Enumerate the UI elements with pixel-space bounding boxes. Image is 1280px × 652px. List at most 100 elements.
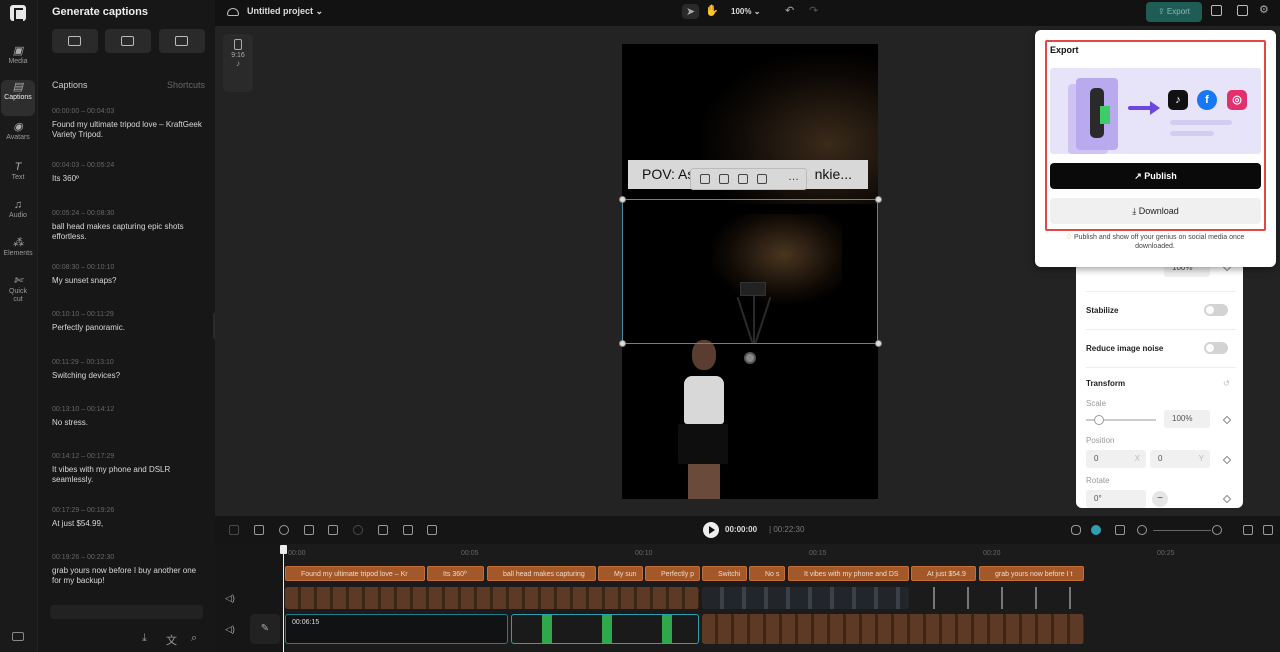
rotate-reset-button[interactable]: − [1152,491,1168,507]
scale-slider[interactable] [1086,419,1156,421]
selection-box[interactable] [622,199,878,344]
video-track-clip[interactable] [285,587,699,609]
caption-text[interactable]: At just $54.99, [52,519,202,529]
position-y-field[interactable]: 0Y [1150,450,1210,468]
video-track-clip[interactable] [911,587,1084,609]
filter-icon[interactable] [353,525,363,535]
caption-text[interactable]: Found my ultimate tripod love – KraftGee… [52,120,202,140]
stabilize-toggle[interactable] [1204,304,1228,316]
caption-item[interactable]: 00:10:10 – 00:11:29Perfectly panoramic. [52,311,202,333]
main-video-clip[interactable] [511,614,699,644]
caption-clip[interactable]: No s [749,566,785,581]
download-captions-icon[interactable]: ⤓ [142,632,147,645]
caption-text[interactable]: No stress. [52,418,202,428]
caption-clip[interactable]: grab yours now before I t [979,566,1084,581]
microphone-icon[interactable] [1071,525,1081,535]
timeline-zoom-slider[interactable] [1153,530,1211,531]
undo-icon[interactable]: ↶ [785,4,794,17]
link-icon[interactable] [1091,525,1101,535]
caption-text[interactable]: Its 360º [52,174,202,184]
video-track-clip[interactable] [702,587,909,609]
caption-item[interactable]: 00:04:03 – 00:05:24Its 360º [52,162,202,184]
zoom-dropdown[interactable]: 100% ⌄ [731,7,760,16]
caption-item[interactable]: 00:05:24 – 00:08:30ball head makes captu… [52,210,202,242]
main-video-clip[interactable] [702,614,1084,644]
select-tool-icon[interactable]: ➤ [682,4,699,19]
delete-icon[interactable] [254,525,264,535]
hand-tool-icon[interactable]: ✋ [705,4,719,17]
caption-clip[interactable]: ball head makes capturing [487,566,596,581]
reset-icon[interactable]: ↺ [1223,379,1230,388]
caption-item[interactable]: 00:08:30 – 00:10:10My sunset snaps? [52,264,202,286]
caption-item[interactable]: 00:13:10 – 00:14:12No stress. [52,406,202,428]
keyframe-icon[interactable] [1223,456,1231,464]
caption-style-button-cc[interactable] [52,29,98,53]
caption-clip[interactable]: It vibes with my phone and DS [788,566,909,581]
caption-clip[interactable]: Its 360º [427,566,484,581]
main-video-clip[interactable]: 00:06:15 [285,614,508,644]
aspect-ratio-selector[interactable]: 9:16 ♪ [223,34,253,92]
caption-text[interactable]: Perfectly panoramic. [52,323,202,333]
translate-icon[interactable]: 文 [166,632,177,648]
trim-icon[interactable] [403,525,413,535]
split-view-icon[interactable] [1115,525,1125,535]
speed-icon[interactable] [279,525,289,535]
rotate-field[interactable]: 0° [1086,490,1146,508]
split-icon[interactable] [229,525,239,535]
caption-clip[interactable]: Switchi [702,566,747,581]
playhead[interactable] [283,545,284,652]
caption-item[interactable]: 00:11:29 – 00:13:10Switching devices? [52,359,202,381]
resize-handle[interactable] [619,340,626,347]
search-replace-icon[interactable]: ⌕ [191,632,197,645]
rotate-handle-icon[interactable] [744,352,756,364]
export-button[interactable]: ⇪ Export [1146,2,1202,22]
settings-gear-icon[interactable]: ⚙ [1259,3,1269,16]
redo-icon[interactable]: ↷ [809,4,818,17]
project-menu[interactable]: Untitled project ⌄ [227,6,323,17]
caption-clip[interactable]: Found my ultimate tripod love – Kr [285,566,425,581]
caption-clip[interactable]: Perfectly p [645,566,700,581]
caption-text[interactable]: It vibes with my phone and DSLR seamless… [52,465,202,485]
zoom-out-icon[interactable] [1137,525,1147,535]
play-button[interactable] [703,522,719,538]
rail-item-audio[interactable]: ♫ Audio [0,198,36,234]
caption-item[interactable]: 00:14:12 – 00:17:29It vibes with my phon… [52,453,202,485]
caption-clip[interactable]: My sun [598,566,643,581]
fit-timeline-icon[interactable] [1243,525,1253,535]
keyframe-icon[interactable] [1223,416,1231,424]
rail-item-media[interactable]: ▣ Media [0,44,36,80]
caption-item[interactable]: 00:00:00 – 00:04:03Found my ultimate tri… [52,108,202,140]
caption-clip[interactable]: At just $54.9 [911,566,976,581]
position-x-field[interactable]: 0X [1086,450,1146,468]
more-icon[interactable]: … [788,171,799,183]
flip-icon[interactable] [328,525,338,535]
caption-text[interactable]: ball head makes capturing epic shots eff… [52,222,202,242]
scale-field[interactable]: 100% [1164,410,1210,428]
edit-track-icon[interactable]: ✎ [250,614,280,644]
comment-icon[interactable] [1263,525,1273,535]
resize-handle[interactable] [875,340,882,347]
crop-icon[interactable] [738,174,748,184]
rail-item-elements[interactable]: ⁂ Elements [0,236,36,272]
fit-icon[interactable] [719,174,729,184]
scale-slider-knob[interactable] [1094,415,1104,425]
resize-handle[interactable] [619,196,626,203]
caption-style-button-subtitle[interactable] [105,29,151,53]
caption-style-button-auto[interactable] [159,29,205,53]
keyframe-icon[interactable] [1223,495,1231,503]
publish-button[interactable]: ↗ Publish [1050,163,1261,189]
zoom-in-icon[interactable] [1212,525,1222,535]
replace-icon[interactable] [700,174,710,184]
keyboard-icon[interactable] [12,632,24,641]
caption-item[interactable]: 00:17:29 – 00:19:26At just $54.99, [52,507,202,529]
resize-handle[interactable] [875,196,882,203]
download-button[interactable]: ⤓ Download [1050,198,1261,224]
caption-text[interactable]: Switching devices? [52,371,202,381]
crop-icon[interactable] [304,525,314,535]
layers-icon[interactable] [1211,5,1222,16]
adjust-icon[interactable] [378,525,388,535]
reduce-noise-toggle[interactable] [1204,342,1228,354]
mask-icon[interactable] [757,174,767,184]
add-caption-bar[interactable] [50,605,203,619]
track-volume-icon[interactable]: ◁) [225,593,235,604]
